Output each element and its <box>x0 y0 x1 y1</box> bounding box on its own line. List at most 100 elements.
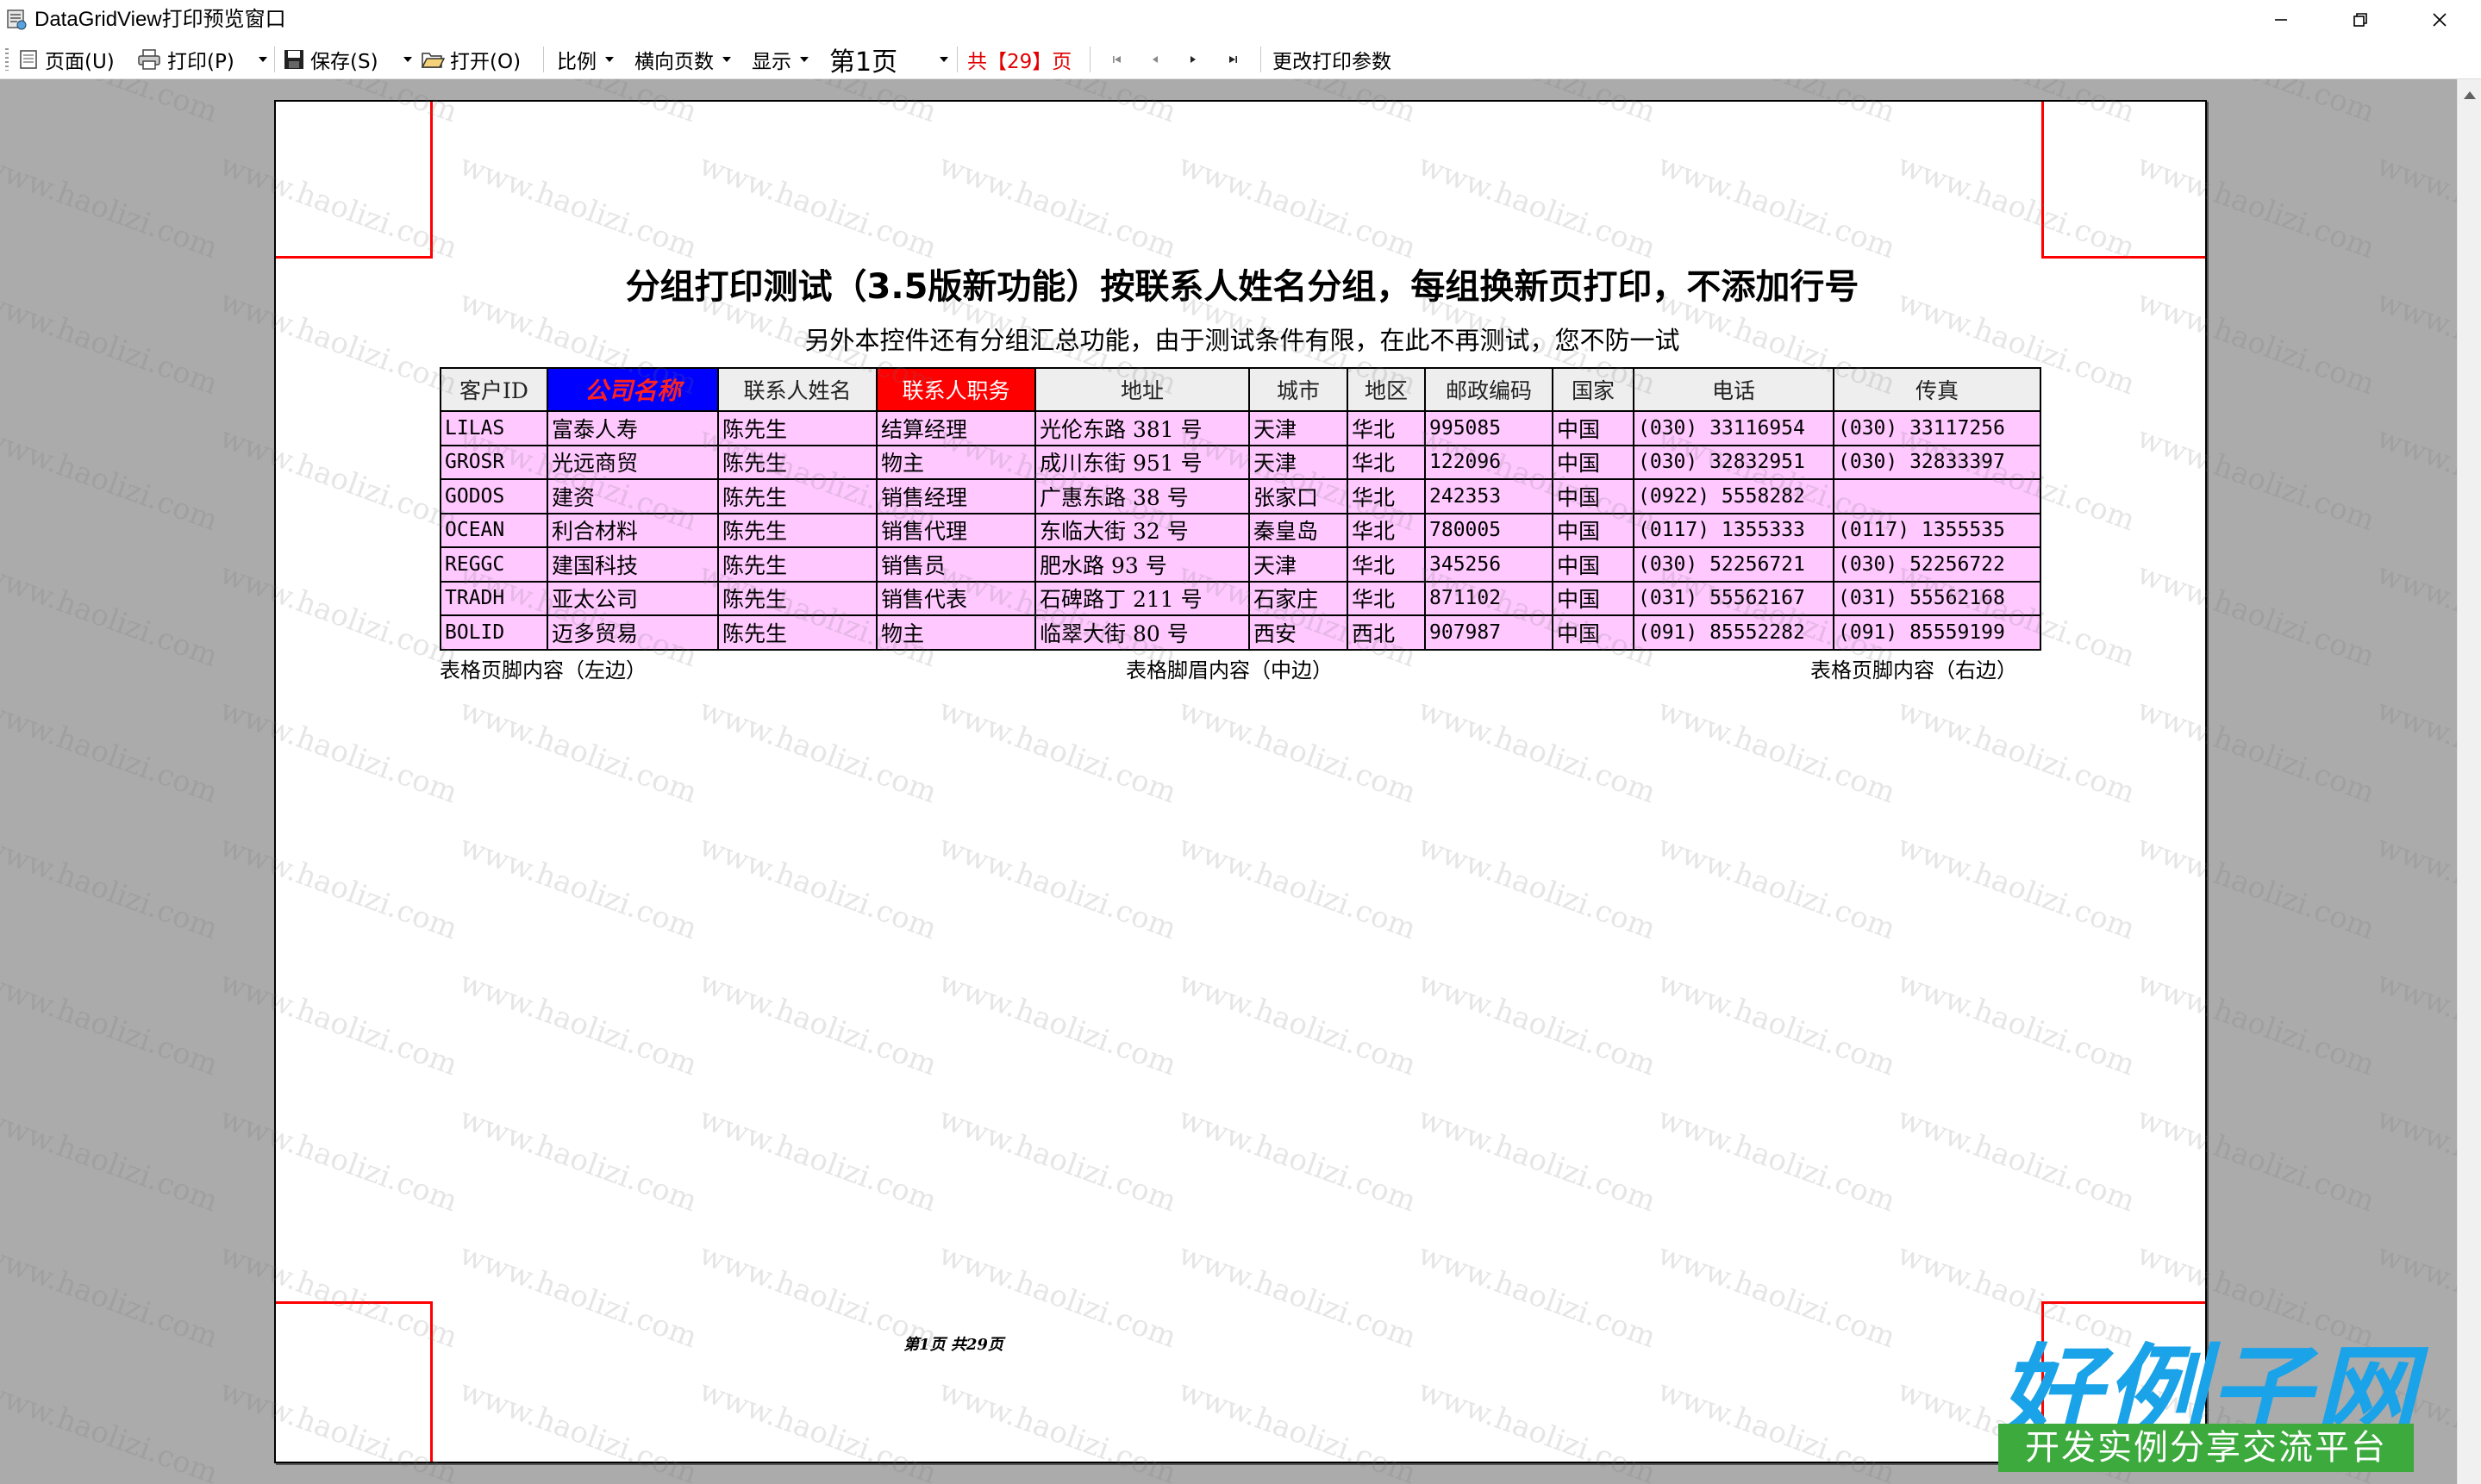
change-print-params-button[interactable]: 更改打印参数 <box>1272 40 1391 79</box>
table-cell: GODOS <box>440 478 548 514</box>
footer-left: 表格页脚内容（左边） <box>440 658 647 683</box>
table-cell: 华北 <box>1347 444 1426 480</box>
table-row: REGGC 建国科技 陈先生 销售员 肥水路 93 号天津 华北 345256 中国 (030)… <box>440 546 2041 583</box>
table-cell: 华北 <box>1347 580 1426 616</box>
scroll-up-icon[interactable] <box>2464 91 2476 99</box>
table-cell: 995085 <box>1424 410 1553 446</box>
table-cell: (0117) 1355333 <box>1633 512 1834 548</box>
table-cell: 秦皇岛 <box>1248 512 1348 548</box>
table-cell: OCEAN <box>440 512 548 548</box>
table-cell: 临翠大街 80 号 <box>1034 614 1250 651</box>
table-cell: 销售代理 <box>876 512 1036 548</box>
preview-area[interactable]: 分组打印测试（3.5版新功能）按联系人姓名分组，每组换新页打印，不添加行号 另外… <box>0 79 2457 1484</box>
table-cell: 销售代表 <box>876 580 1036 616</box>
table-cell: 陈先生 <box>717 546 878 583</box>
table-cell: 光远商贸 <box>547 444 719 480</box>
table-cell: 结算经理 <box>876 410 1036 446</box>
close-icon <box>2433 13 2447 27</box>
current-page-combo[interactable]: 第1页 <box>829 40 897 79</box>
corner-mark-top-left <box>276 102 433 259</box>
table-cell: 陈先生 <box>717 478 878 514</box>
table-cell: 石家庄 <box>1248 580 1348 616</box>
table-cell <box>1833 478 2041 514</box>
footer-right: 表格页脚内容（右边） <box>1810 658 2017 683</box>
table-cell: 907987 <box>1424 614 1553 651</box>
column-header: 地区 <box>1347 367 1426 412</box>
table-cell: 陈先生 <box>717 444 878 480</box>
column-header: 联系人姓名 <box>717 367 878 412</box>
close-button[interactable] <box>2400 0 2479 40</box>
footer-center: 表格脚眉内容（中边） <box>1126 658 1333 683</box>
table-cell: 华北 <box>1347 410 1426 446</box>
printer-icon <box>138 49 160 70</box>
table-cell: 中国 <box>1552 580 1634 616</box>
table-cell: 广惠东路 38 号 <box>1034 478 1250 514</box>
minimize-button[interactable] <box>2241 0 2321 40</box>
prev-page-icon[interactable] <box>1148 53 1162 66</box>
vertical-scrollbar[interactable] <box>2457 79 2481 1484</box>
open-button[interactable]: 打开(O) <box>421 40 521 79</box>
table-cell: GROSR <box>440 444 548 480</box>
corner-mark-bottom-left <box>276 1301 433 1462</box>
table-cell: 张家口 <box>1248 478 1348 514</box>
table-cell: 成川东街 951 号 <box>1034 444 1250 480</box>
total-pages-label: 共【29】页 <box>967 40 1072 79</box>
horizontal-pages-label: 横向页数 <box>634 51 714 73</box>
toolbar-grip[interactable] <box>5 48 9 71</box>
window-title: DataGridView打印预览窗口 <box>34 8 286 31</box>
table-cell: (031) 55562168 <box>1833 580 2041 616</box>
scale-dropdown[interactable]: 比例 <box>557 40 614 79</box>
maximize-button[interactable] <box>2321 0 2400 40</box>
table-cell: 中国 <box>1552 546 1634 583</box>
app-icon <box>7 9 27 30</box>
save-dropdown[interactable] <box>395 40 412 79</box>
horizontal-pages-dropdown[interactable]: 横向页数 <box>634 40 731 79</box>
print-dropdown[interactable] <box>250 40 267 79</box>
table-cell: 华北 <box>1347 512 1426 548</box>
title-bar: DataGridView打印预览窗口 <box>0 0 2481 40</box>
table-cell: 中国 <box>1552 478 1634 514</box>
display-label: 显示 <box>752 51 791 73</box>
page-setup-icon <box>20 50 37 69</box>
last-page-icon[interactable] <box>1226 53 1240 66</box>
table-cell: 天津 <box>1248 546 1348 583</box>
table-row: GODOS 建资 陈先生 销售经理 广惠东路 38 号张家口 华北 242353 中国 (092… <box>440 478 2041 514</box>
table-cell: LILAS <box>440 410 548 446</box>
maximize-icon <box>2353 13 2367 27</box>
save-button[interactable]: 保存(S) <box>283 40 378 79</box>
table-cell: (0922) 5558282 <box>1633 478 1834 514</box>
table-cell: (030) 33117256 <box>1833 410 2041 446</box>
save-label: 保存(S) <box>310 51 378 73</box>
table-cell: 西安 <box>1248 614 1348 651</box>
table-cell: REGGC <box>440 546 548 583</box>
table-cell: (030) 52256721 <box>1633 546 1834 583</box>
print-button[interactable]: 打印(P) <box>136 40 234 79</box>
table-cell: BOLID <box>440 614 548 651</box>
table-cell: 华北 <box>1347 546 1426 583</box>
open-label: 打开(O) <box>450 51 522 73</box>
table-cell: 石碑路丁 211 号 <box>1034 580 1250 616</box>
table-cell: 中国 <box>1552 512 1634 548</box>
table-cell: (091) 85559199 <box>1833 614 2041 651</box>
table-cell: 迈多贸易 <box>547 614 719 651</box>
table-cell: 光伦东路 381 号 <box>1034 410 1250 446</box>
page-number: 第1页 共29页 <box>903 1336 1003 1354</box>
column-header: 传真 <box>1833 367 2041 412</box>
table-cell: 871102 <box>1424 580 1553 616</box>
brand-logo: 好例子网 开发实例分享交流平台 <box>1991 1310 2415 1484</box>
table-cell: 中国 <box>1552 444 1634 480</box>
table-cell: 122096 <box>1424 444 1553 480</box>
data-grid: 客户ID 公司名称 联系人姓名 联系人职务 地址 城市 地区 邮政编码 国家 电… <box>440 367 2041 651</box>
table-cell: 利合材料 <box>547 512 719 548</box>
display-dropdown[interactable]: 显示 <box>752 40 809 79</box>
current-page-dropdown[interactable] <box>931 40 948 79</box>
next-page-icon[interactable] <box>1186 53 1200 66</box>
table-cell: (030) 33116954 <box>1633 410 1834 446</box>
table-cell: 华北 <box>1347 478 1426 514</box>
table-cell: 销售经理 <box>876 478 1036 514</box>
change-params-label: 更改打印参数 <box>1272 51 1391 73</box>
page-setup-button[interactable]: 页面(U) <box>17 40 115 79</box>
table-cell: 242353 <box>1424 478 1553 514</box>
table-cell: 亚太公司 <box>547 580 719 616</box>
first-page-icon[interactable] <box>1110 53 1124 66</box>
